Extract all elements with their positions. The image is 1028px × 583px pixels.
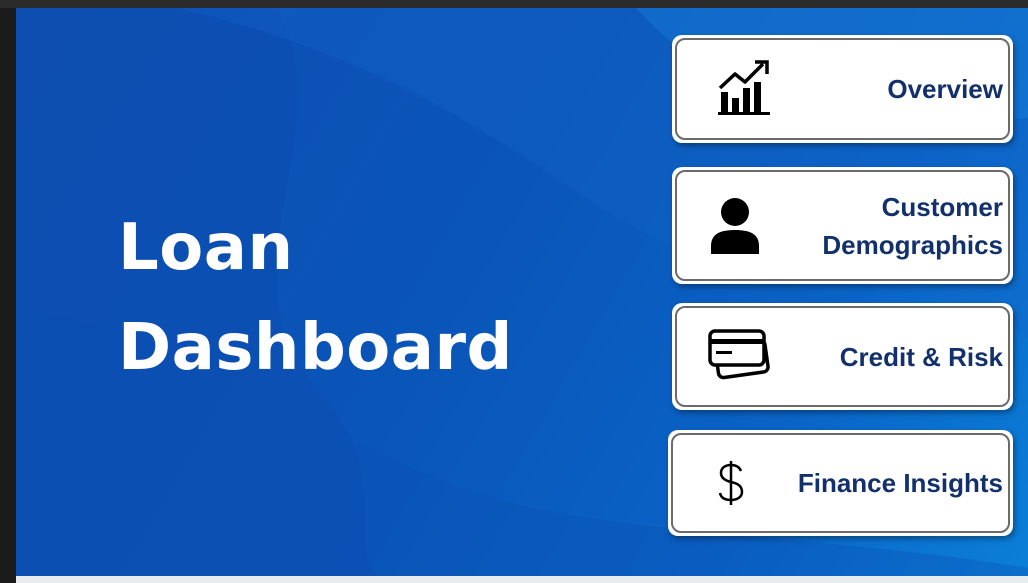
person-icon	[706, 195, 764, 257]
nav-button-customer-demographics[interactable]: Customer Demographics	[672, 167, 1013, 284]
app-frame: Loan Dashboard Overview Customer Demogra…	[0, 0, 1028, 583]
title-line-2: Dashboard	[118, 311, 513, 385]
dashboard-canvas: Loan Dashboard Overview Customer Demogra…	[16, 8, 1028, 576]
nav-label-credit-risk: Credit & Risk	[839, 341, 1003, 372]
nav-button-finance-insights[interactable]: Finance Insights	[668, 430, 1013, 536]
bar-chart-trend-icon	[712, 57, 778, 117]
page-title: Loan Dashboard	[118, 198, 513, 398]
bottom-strip	[16, 576, 1028, 583]
nav-label-customer-demographics: Customer Demographics	[822, 191, 1003, 260]
nav-label-overview: Overview	[887, 74, 1003, 104]
nav-label-finance-insights: Finance Insights	[797, 468, 1003, 498]
nav-button-overview[interactable]: Overview	[672, 35, 1013, 143]
nav-button-credit-risk[interactable]: Credit & Risk	[672, 303, 1013, 410]
dollar-sign-icon	[714, 458, 748, 508]
top-strip	[0, 0, 1028, 8]
title-line-1: Loan	[118, 211, 294, 285]
credit-card-icon	[706, 323, 772, 385]
